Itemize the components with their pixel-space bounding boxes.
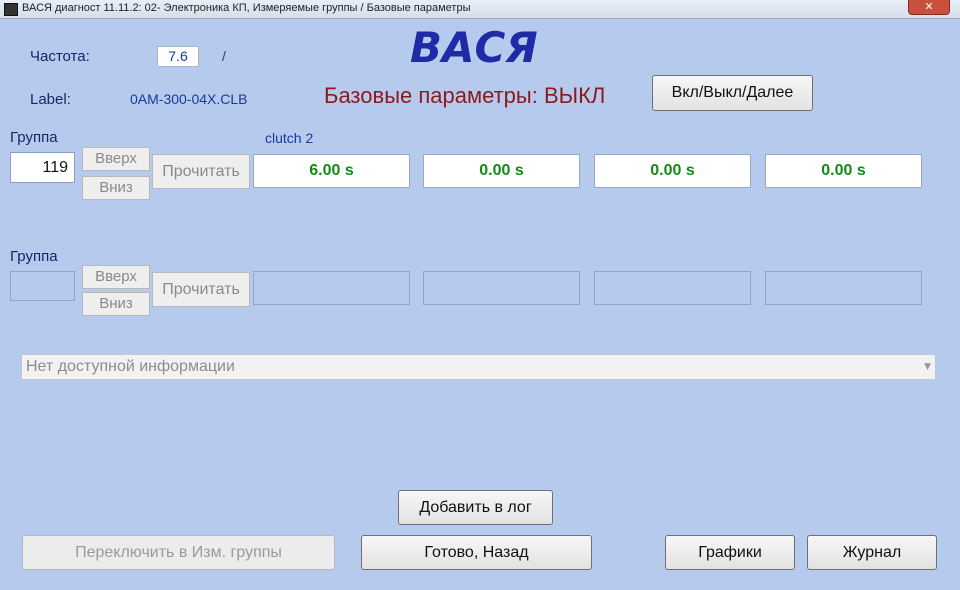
switch-measure-groups-button[interactable]: Переключить в Изм. группы [22,535,335,570]
group1-value-1: 6.00 s [253,154,410,188]
journal-button[interactable]: Журнал [807,535,937,570]
frequency-value: 7.6 [157,46,199,67]
info-dropdown-text: Нет доступной информации [26,358,235,375]
graphs-button[interactable]: Графики [665,535,795,570]
group1-read-button[interactable]: Прочитать [152,154,250,189]
label-value: 0AM-300-04X.CLB [130,91,248,107]
group1-number-input[interactable]: 119 [10,152,75,183]
group2-value-1 [253,271,410,305]
group2-value-2 [423,271,580,305]
chevron-down-icon: ▼ [924,362,931,372]
group2-up-button[interactable]: Вверх [82,265,150,289]
group1-value-3: 0.00 s [594,154,751,188]
title-bar: ВАСЯ диагност 11.11.2: 02- Электроника К… [0,0,960,19]
window-title: ВАСЯ диагност 11.11.2: 02- Электроника К… [22,2,471,14]
group1-field-title: clutch 2 [265,130,314,146]
group2-number-input[interactable] [10,271,75,301]
group2-value-3 [594,271,751,305]
group2-value-4 [765,271,922,305]
group2-down-button[interactable]: Вниз [82,292,150,316]
label-caption: Label: [30,91,71,108]
basic-params-status: Базовые параметры: ВЫКЛ [324,83,606,108]
frequency-separator: / [222,48,226,64]
done-back-button[interactable]: Готово, Назад [361,535,592,570]
add-to-log-button[interactable]: Добавить в лог [398,490,553,525]
app-icon [4,3,18,16]
group1-value-2: 0.00 s [423,154,580,188]
group1-down-button[interactable]: Вниз [82,176,150,200]
close-button[interactable]: ✕ [908,0,950,15]
app-logo: ВАСЯ [410,23,538,72]
group1-value-4: 0.00 s [765,154,922,188]
group2-read-button[interactable]: Прочитать [152,272,250,307]
group2-label: Группа [10,248,58,265]
info-dropdown[interactable]: Нет доступной информации ▼ [21,354,936,380]
toggle-next-button[interactable]: Вкл/Выкл/Далее [652,75,813,111]
group1-up-button[interactable]: Вверх [82,147,150,171]
main-panel: Частота: 7.6 / Label: 0AM-300-04X.CLB ВА… [0,19,960,590]
frequency-label: Частота: [30,48,90,65]
group1-label: Группа [10,129,58,146]
